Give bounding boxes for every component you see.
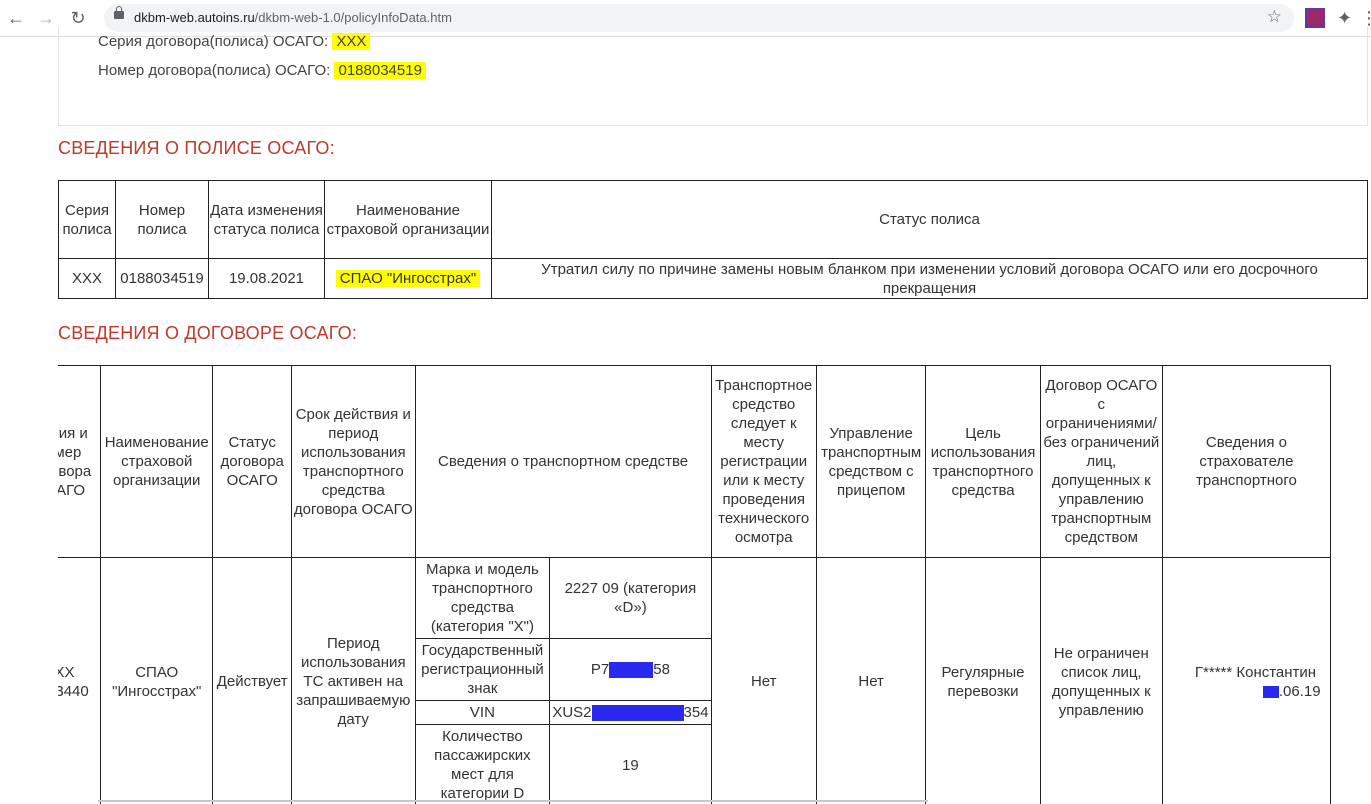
vehicle-plate-label: Государственный регистрационный знак (415, 638, 551, 701)
vehicle-vin-row: VIN XUS2 354 (415, 700, 711, 725)
contract-header-to-registration: Транспортное средство следует к месту ре… (710, 365, 817, 558)
contract-purpose: Регулярные перевозки (925, 557, 1041, 804)
policy-table: Серия полиса Номер полиса Дата изменения… (58, 180, 1368, 299)
contract-header-insurer: Наименование страховой организации (100, 365, 214, 558)
policy-header-insurer: Наименование страховой организации (324, 180, 492, 259)
contract-header-trailer: Управление транспортным средством с приц… (815, 365, 927, 558)
url-text[interactable]: dkbm-web.autoins.ru/dkbm-web-1.0/policyI… (134, 10, 452, 25)
policy-number: 0188034519 (115, 258, 209, 299)
back-arrow-icon[interactable]: ← (4, 6, 28, 30)
contract-to-registration: Нет (710, 557, 817, 804)
contract-restrictions: Не ограничен список лиц, допущенных к уп… (1039, 557, 1163, 804)
policy-series: XXX (58, 258, 116, 299)
contract-section-title: СВЕДЕНИЯ О ДОГОВОРЕ ОСАГО: (58, 323, 358, 343)
contract-header-insured: Сведения о страхователе транспортного (1161, 365, 1332, 558)
contract-status: Действует (212, 557, 293, 804)
extension-icon[interactable] (1305, 8, 1325, 28)
policy-insurer-cell: СПАО "Ингосстрах" (324, 258, 492, 299)
policy-insurer: СПАО "Ингосстрах" (335, 270, 481, 287)
contract-header-restrictions: Договор ОСАГО с ограничениями/ без огран… (1039, 365, 1163, 558)
contract-header-purpose: Цель использования транспортного средств… (925, 365, 1041, 558)
puzzle-extensions-icon[interactable]: ✦ (1337, 8, 1357, 28)
policy-header-row: Серия полиса Номер полиса Дата изменения… (58, 180, 1368, 259)
policy-date: 19.08.2021 (208, 258, 325, 299)
contract-row: XXX7993440 СПАО "Ингосстрах" Действует П… (58, 557, 1332, 804)
contract-header-period: Срок действия и период использования тра… (291, 365, 416, 558)
redaction-mark (591, 705, 684, 722)
vehicle-plate-row: Государственный регистрационный знак Р7 5… (415, 638, 711, 701)
contract-insured: Г***** Константин .06.19 (1161, 557, 1332, 804)
lock-icon[interactable] (114, 6, 124, 19)
contract-header-status: Статус договора ОСАГО (212, 365, 293, 558)
contract-header-row: Серия и номер договора ОСАГО Наименовани… (58, 365, 1332, 558)
contract-table: Серия и номер договора ОСАГО Наименовани… (58, 365, 1332, 804)
forward-arrow-icon[interactable]: → (34, 6, 58, 30)
policy-header-series: Серия полиса (58, 180, 116, 259)
vin-prefix: XUS2 (552, 704, 592, 721)
redaction-mark (609, 662, 654, 679)
contract-insurer: СПАО "Ингосстрах" (100, 557, 214, 804)
contract-header-series: Серия и номер договора ОСАГО (58, 365, 102, 558)
vehicle-seats-value: 19 (622, 756, 639, 774)
series-line: Серия договора(полиса) ОСАГО: XXX (98, 33, 371, 50)
policy-header-status: Статус полиса (491, 180, 1368, 259)
insured-date-suffix: .06.19 (1278, 682, 1321, 700)
policy-status: Утратил силу по причине замены новым бла… (491, 258, 1368, 299)
plate-prefix: Р7 (590, 661, 610, 678)
menu-dots-icon[interactable]: ⋮ (1360, 8, 1371, 28)
policy-row: XXX 0188034519 19.08.2021 СПАО "Ингосстр… (58, 258, 1368, 299)
number-line: Номер договора(полиса) ОСАГО: 0188034519 (98, 62, 426, 79)
contract-series-number: XXX7993440 (58, 557, 102, 804)
series-value: XXX (332, 33, 371, 50)
horizontal-scrollbar[interactable] (98, 800, 928, 802)
vehicle-make-label: Марка и модель транспортного средства (к… (415, 558, 551, 639)
redaction-mark (1262, 685, 1279, 698)
contract-number: 7993440 (58, 682, 89, 700)
policy-section-title: СВЕДЕНИЯ О ПОЛИСЕ ОСАГО: (58, 138, 335, 158)
vehicle-info-cell: Марка и модель транспортного средства (к… (414, 557, 712, 804)
url-path: /dkbm-web-1.0/policyInfoData.htm (254, 10, 452, 25)
url-host: dkbm-web.autoins.ru (134, 10, 255, 25)
policy-header-date: Дата изменения статуса полиса (208, 180, 325, 259)
number-value: 0188034519 (334, 62, 426, 79)
contract-header-vehicle: Сведения о транспортном средстве (414, 365, 712, 558)
vehicle-plate-value: Р7 58 (549, 638, 711, 701)
bookmark-star-icon[interactable]: ☆ (1267, 7, 1282, 27)
contract-period: Период использования ТС активен на запра… (291, 557, 416, 804)
page-content: Серия договора(полиса) ОСАГО: XXX Номер … (0, 27, 1371, 804)
vehicle-make-row: Марка и модель транспортного средства (к… (415, 558, 711, 639)
vehicle-seats-row: Количество пассажирских мест для категор… (415, 724, 711, 804)
plate-suffix: 58 (653, 661, 670, 678)
series-label: Серия договора(полиса) ОСАГО: (98, 33, 329, 50)
vehicle-vin-label: VIN (415, 700, 551, 725)
vehicle-seats-label: Количество пассажирских мест для категор… (415, 724, 551, 804)
vin-suffix: 354 (683, 704, 709, 721)
insured-name: Г***** Константин (1194, 663, 1317, 681)
number-label: Номер договора(полиса) ОСАГО: (98, 62, 331, 79)
policy-header-number: Номер полиса (115, 180, 209, 259)
vehicle-info-table: Марка и модель транспортного средства (к… (415, 558, 711, 804)
contract-series: XXX (58, 663, 75, 681)
vehicle-vin-value: XUS2 354 (549, 700, 711, 725)
contract-table-viewport[interactable]: Серия и номер договора ОСАГО Наименовани… (58, 365, 1371, 804)
contract-trailer: Нет (815, 557, 927, 804)
vehicle-make-value: 2227 09 (категория «D») (549, 558, 711, 639)
